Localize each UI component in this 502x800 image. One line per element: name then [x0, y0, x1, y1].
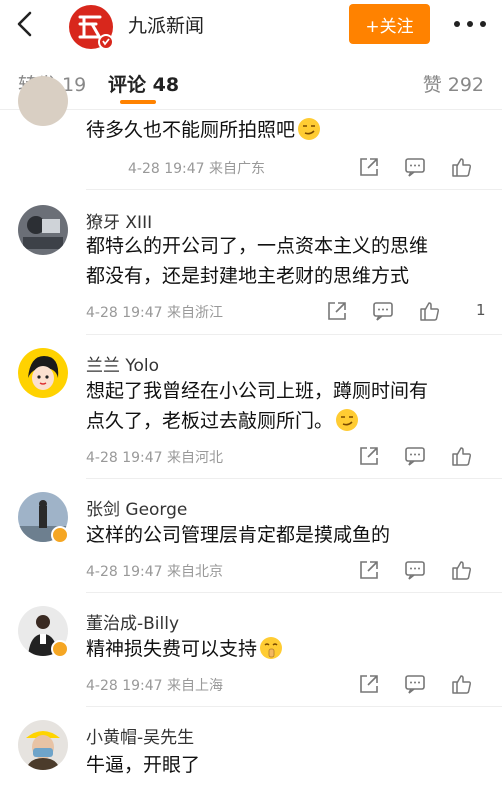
verified-badge [51, 640, 69, 658]
comment-item: 董治成-Billy 精神损失费可以支持 4-28 19:47 来自上海 [0, 593, 502, 707]
comment-item: 张剑 George 这样的公司管理层肯定都是摸咸鱼的 4-28 19:47 来自… [0, 479, 502, 593]
smirk-emoji-icon [298, 118, 321, 140]
tab-likes[interactable]: 赞 292 [423, 70, 484, 97]
comment-time: 4-28 19:47 [86, 564, 163, 580]
comment-text: 牛逼，开眼了 [86, 754, 201, 776]
comment-text: 都特么的开公司了，一点资本主义的思维 都没有，还是封建地主老财的思维方式 [86, 235, 429, 287]
comment-actions [358, 559, 488, 583]
comment-meta: 4-28 19:47 来自广东 [128, 158, 265, 178]
comment-location: 来自浙江 [167, 305, 224, 321]
avatar[interactable] [18, 205, 68, 255]
thumbs-up-icon[interactable] [450, 673, 472, 695]
comment-time: 4-28 19:47 [86, 450, 163, 466]
comment-location: 来自广东 [209, 161, 266, 177]
share-icon[interactable] [358, 559, 380, 581]
tab-comments[interactable]: 评论 48 [108, 70, 179, 97]
comment-username[interactable]: 小黄帽-吴先生 [86, 723, 194, 748]
comment-icon[interactable] [404, 156, 426, 178]
share-icon[interactable] [326, 300, 348, 322]
top-bar: 九派新闻 +关注 [0, 0, 502, 50]
comment-time: 4-28 19:47 [86, 305, 163, 321]
comment-icon[interactable] [404, 559, 426, 581]
comment-meta: 4-28 19:47 来自上海 [86, 675, 223, 695]
tab-bar: 转发 19 评论 48 赞 292 [0, 54, 502, 110]
comment-item: 待多久也不能厕所拍照吧 4-28 19:47 来自广东 [0, 76, 502, 190]
comment-icon[interactable] [404, 445, 426, 467]
comment-actions [358, 673, 488, 697]
comment-text: 待多久也不能厕所拍照吧 [86, 115, 486, 145]
comment-time: 4-28 19:47 [86, 678, 163, 694]
comment-meta: 4-28 19:47 来自浙江 [86, 302, 223, 322]
comment-text: 精神损失费可以支持 [86, 634, 486, 664]
thumbs-up-icon[interactable] [418, 300, 440, 322]
thumbs-up-icon[interactable] [450, 445, 472, 467]
account-name[interactable]: 九派新闻 [128, 11, 204, 38]
comment-actions [358, 156, 488, 180]
comment-actions [358, 445, 488, 469]
shush-emoji-icon [260, 637, 283, 659]
comment-text: 这样的公司管理层肯定都是摸咸鱼的 [86, 524, 391, 546]
comment-item: 小黄帽-吴先生 牛逼，开眼了 [0, 707, 502, 800]
comment-icon[interactable] [404, 673, 426, 695]
avatar[interactable] [18, 348, 68, 398]
comment-location: 来自北京 [167, 564, 224, 580]
share-icon[interactable] [358, 673, 380, 695]
comment-icon[interactable] [372, 300, 394, 322]
comment-username[interactable]: 獠牙 XIII [86, 208, 152, 233]
share-icon[interactable] [358, 445, 380, 467]
thumbs-up-icon[interactable] [450, 156, 472, 178]
comment-username[interactable]: 董治成-Billy [86, 609, 179, 634]
comment-actions [326, 300, 466, 324]
like-count: 1 [476, 301, 486, 319]
comment-username[interactable]: 张剑 George [86, 495, 187, 520]
comment-item: 兰兰 Yolo 想起了我曾经在小公司上班，蹲厕时间有 点久了，老板过去敲厕所门。… [0, 335, 502, 479]
avatar[interactable] [18, 720, 68, 770]
comment-item: 獠牙 XIII 都特么的开公司了，一点资本主义的思维 都没有，还是封建地主老财的… [0, 190, 502, 335]
comment-location: 来自河北 [167, 450, 224, 466]
smirk-emoji-icon [336, 409, 359, 431]
comment-username[interactable]: 兰兰 Yolo [86, 351, 159, 376]
verified-badge [51, 526, 69, 544]
comment-time: 4-28 19:47 [128, 161, 205, 177]
account-avatar[interactable] [68, 4, 114, 50]
comment-text: 想起了我曾经在小公司上班，蹲厕时间有 点久了，老板过去敲厕所门。 [86, 380, 429, 432]
comment-meta: 4-28 19:47 来自河北 [86, 447, 223, 467]
more-dots-icon[interactable] [450, 14, 490, 34]
avatar[interactable] [18, 76, 68, 126]
active-tab-indicator [120, 100, 156, 104]
comment-meta: 4-28 19:47 来自北京 [86, 561, 223, 581]
share-icon[interactable] [358, 156, 380, 178]
thumbs-up-icon[interactable] [450, 559, 472, 581]
comment-location: 来自上海 [167, 678, 224, 694]
back-arrow-icon[interactable] [12, 9, 40, 39]
follow-button[interactable]: +关注 [349, 4, 430, 44]
